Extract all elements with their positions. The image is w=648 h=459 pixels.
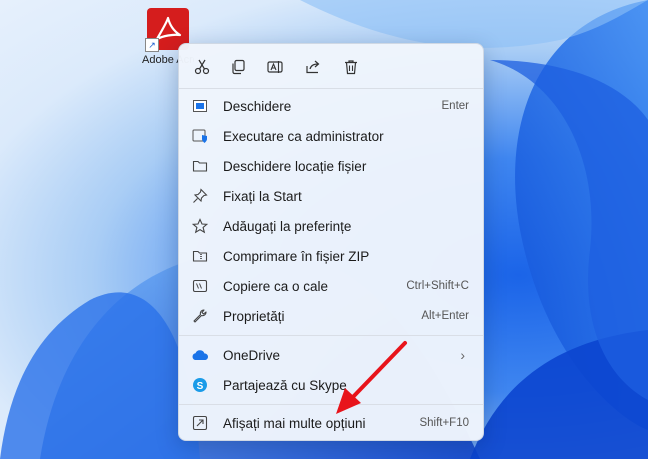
- folder-icon: [191, 157, 209, 175]
- more-options-icon: [191, 414, 209, 432]
- svg-text:S: S: [197, 381, 204, 392]
- menu-item-properties[interactable]: Proprietăți Alt+Enter: [183, 301, 479, 331]
- delete-icon: [345, 60, 357, 75]
- open-icon: [191, 97, 209, 115]
- menu-item-onedrive[interactable]: OneDrive ›: [183, 340, 479, 370]
- menu-item-open-file-location[interactable]: Deschidere locație fișier: [183, 151, 479, 181]
- delete-button[interactable]: [338, 54, 364, 80]
- menu-item-run-as-admin[interactable]: Executare ca administrator: [183, 121, 479, 151]
- onedrive-icon: [191, 346, 209, 364]
- context-menu: Deschidere Enter Executare ca administra…: [178, 43, 484, 441]
- menu-item-share-skype[interactable]: S Partajează cu Skype: [183, 370, 479, 400]
- menu-item-show-more-options[interactable]: Afișați mai multe opțiuni Shift+F10: [183, 408, 479, 438]
- pin-icon: [191, 187, 209, 205]
- context-menu-toolbar: [179, 44, 483, 88]
- menu-item-pin-to-start[interactable]: Fixați la Start: [183, 181, 479, 211]
- menu-item-copy-as-path[interactable]: Copiere ca o cale Ctrl+Shift+C: [183, 271, 479, 301]
- chevron-right-icon: ›: [460, 347, 465, 363]
- rename-button[interactable]: [262, 54, 288, 80]
- cut-icon: [194, 59, 210, 75]
- cut-button[interactable]: [189, 54, 215, 80]
- copy-icon: [232, 59, 245, 75]
- shortcut-arrow-icon: ↗: [145, 38, 159, 52]
- admin-shield-icon: [191, 127, 209, 145]
- menu-separator: [179, 88, 483, 89]
- star-icon: [191, 217, 209, 235]
- rename-icon: [267, 61, 283, 73]
- menu-separator: [179, 404, 483, 405]
- menu-separator: [179, 335, 483, 336]
- menu-item-add-to-favorites[interactable]: Adăugați la preferințe: [183, 211, 479, 241]
- copy-path-icon: [191, 277, 209, 295]
- wrench-icon: [191, 307, 209, 325]
- skype-icon: S: [191, 376, 209, 394]
- share-button[interactable]: [300, 54, 326, 80]
- copy-button[interactable]: [225, 54, 251, 80]
- zip-icon: [191, 247, 209, 265]
- menu-item-compress-zip[interactable]: Comprimare în fișier ZIP: [183, 241, 479, 271]
- share-icon: [306, 60, 320, 74]
- menu-item-open[interactable]: Deschidere Enter: [183, 91, 479, 121]
